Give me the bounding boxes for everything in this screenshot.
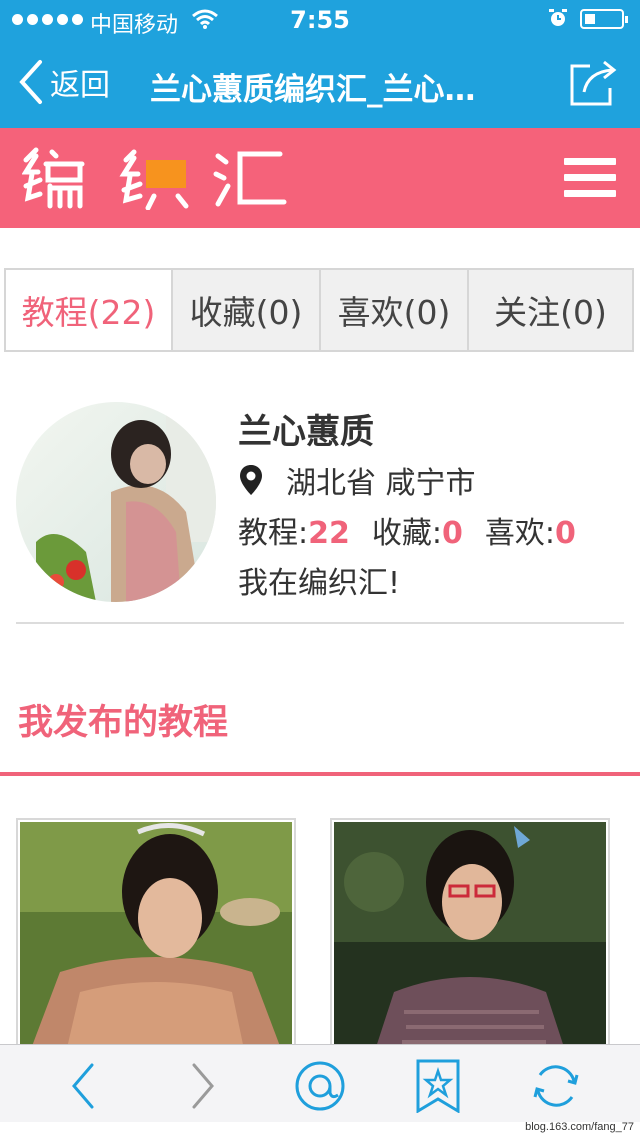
stat-tutorials-count: 22: [308, 516, 350, 551]
profile-bio: 我在编织汇!: [238, 566, 401, 601]
tutorial-photo: [20, 822, 292, 1076]
chevron-left-icon: [19, 60, 42, 104]
profile-stats: 教程:22 收藏:0 喜欢:0: [238, 508, 576, 552]
back-label: 返回: [50, 68, 110, 103]
hamburger-menu-icon[interactable]: [564, 158, 616, 198]
alarm-clock-icon: [549, 9, 567, 26]
section-title: 我发布的教程: [18, 703, 229, 743]
navigation-bar: 返回 兰心蕙质编织汇_兰心蕙质: [0, 40, 640, 128]
tab-likes[interactable]: 喜欢(0): [321, 270, 469, 350]
avatar[interactable]: [16, 402, 216, 602]
at-button[interactable]: [292, 1059, 348, 1113]
brand-logo[interactable]: [22, 146, 292, 210]
tab-following[interactable]: 关注(0): [469, 270, 632, 350]
refresh-icon: [533, 1065, 579, 1107]
browser-back-button[interactable]: [58, 1059, 114, 1113]
browser-toolbar: [0, 1044, 640, 1123]
profile-tabs: 教程(22) 收藏(0) 喜欢(0) 关注(0): [4, 268, 634, 352]
browser-forward-button[interactable]: [174, 1059, 230, 1113]
section-divider: [0, 772, 640, 776]
tutorial-photo: [334, 822, 606, 1076]
tutorial-card-thumbnail[interactable]: [16, 818, 296, 1078]
status-time: 7:55: [290, 6, 350, 34]
stat-favorites-count: 0: [441, 516, 463, 551]
tab-tutorials[interactable]: 教程(22): [6, 270, 173, 350]
watermark: blog.163.com/fang_77: [525, 1121, 634, 1133]
stat-likes-count: 0: [554, 516, 576, 551]
stat-label: 教程:: [238, 516, 309, 551]
tutorial-card-thumbnail[interactable]: [330, 818, 610, 1078]
location-pin-icon: [240, 465, 262, 495]
back-button[interactable]: 返回: [16, 58, 110, 106]
profile-name: 兰心蕙质: [238, 412, 374, 452]
refresh-button[interactable]: [528, 1059, 584, 1113]
chevron-right-icon: [192, 1063, 214, 1109]
stat-label: 喜欢:: [484, 516, 555, 551]
profile-location: 湖北省 咸宁市: [238, 458, 476, 502]
chevron-left-icon: [72, 1063, 94, 1109]
bookmark-star-icon: [416, 1059, 460, 1114]
page-title: 兰心蕙质编织汇_兰心蕙质: [150, 72, 495, 108]
stat-label: 收藏:: [371, 516, 442, 551]
battery-icon: [580, 9, 628, 29]
brand-header: [0, 128, 640, 228]
share-icon[interactable]: [566, 58, 620, 108]
at-icon: [295, 1061, 345, 1111]
bookmark-button[interactable]: [410, 1059, 466, 1114]
divider: [16, 622, 624, 624]
status-bar: 中国移动 7:55: [0, 0, 640, 40]
tab-favorites[interactable]: 收藏(0): [173, 270, 321, 350]
location-text: 湖北省 咸宁市: [286, 466, 476, 501]
